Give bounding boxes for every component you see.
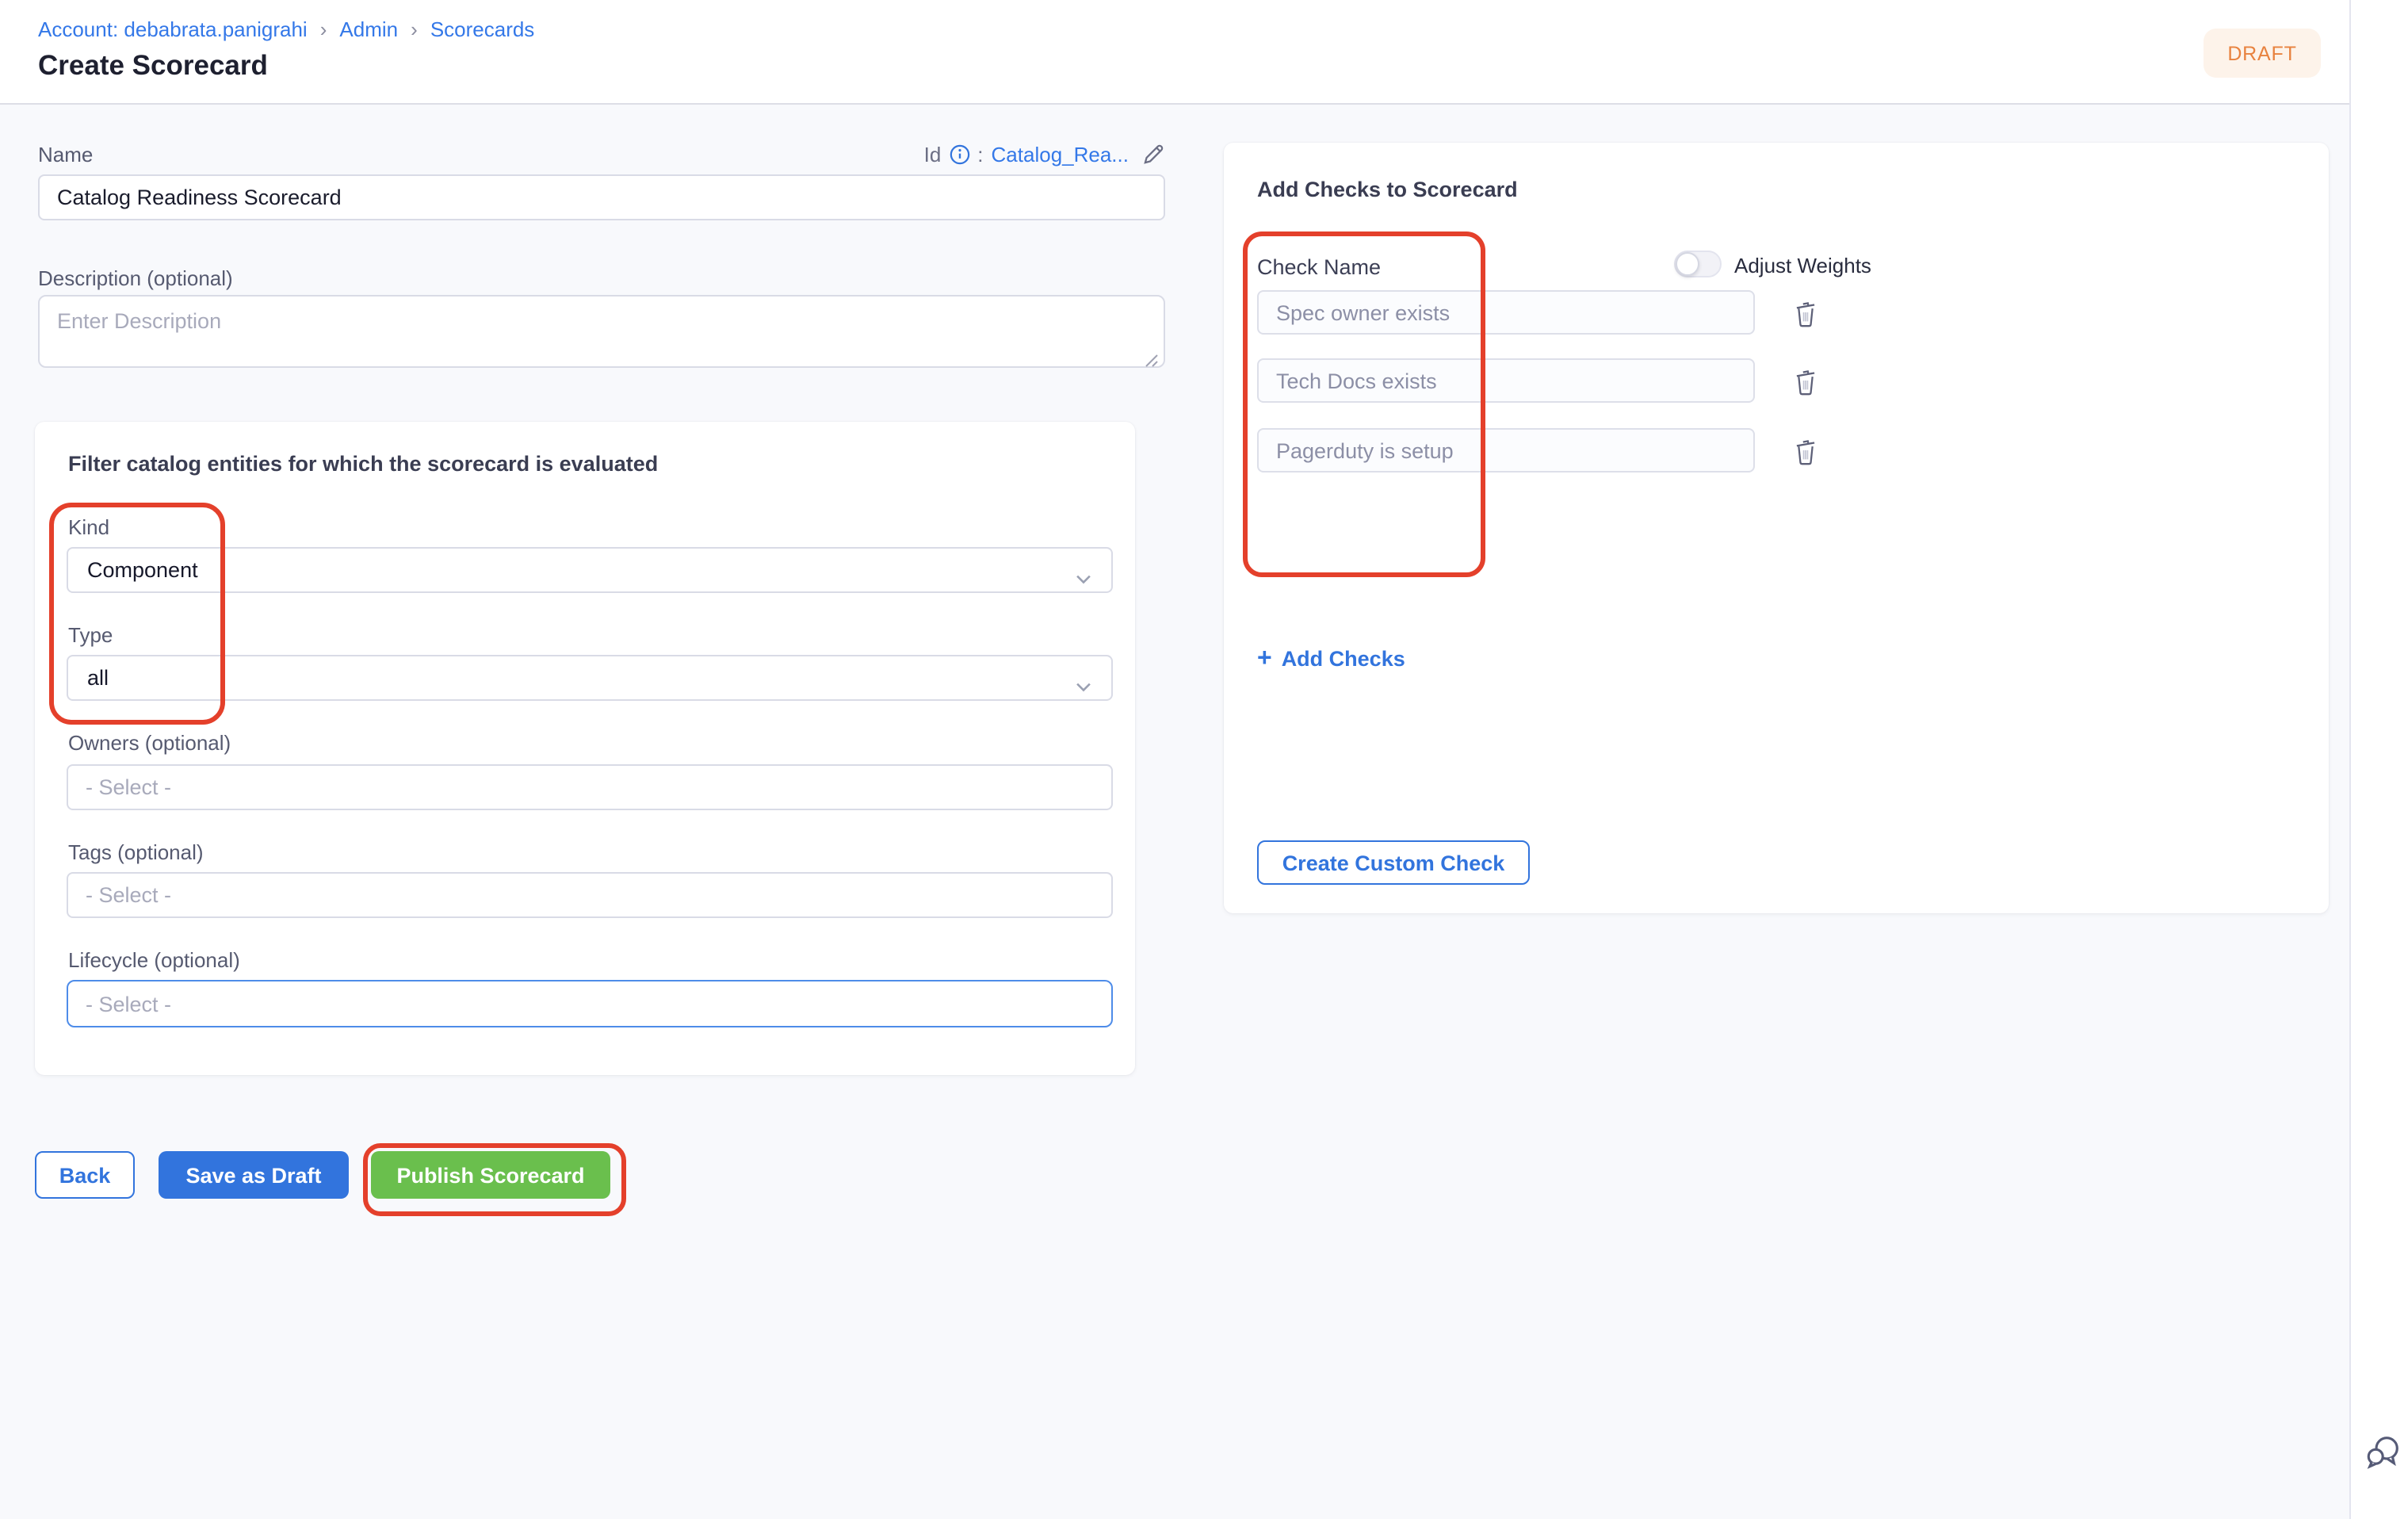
tags-select-input[interactable] — [67, 872, 1113, 918]
scorecard-id-link[interactable]: Catalog_Rea... — [992, 143, 1129, 166]
chevron-down-icon — [1075, 566, 1092, 590]
info-icon[interactable] — [949, 144, 969, 165]
publish-scorecard-button[interactable]: Publish Scorecard — [371, 1151, 610, 1199]
trash-icon — [1793, 365, 1818, 396]
filter-section-title: Filter catalog entities for which the sc… — [68, 452, 658, 476]
scorecard-id-row: Id : Catalog_Rea... — [924, 143, 1165, 166]
check-name-input[interactable] — [1257, 358, 1755, 403]
description-label: Description (optional) — [38, 266, 233, 290]
lifecycle-select-input[interactable] — [67, 980, 1113, 1027]
kind-select-value: Component — [87, 558, 198, 582]
lifecycle-label: Lifecycle (optional) — [68, 948, 240, 972]
chat-bubbles-icon[interactable] — [2364, 1432, 2403, 1479]
plus-icon: + — [1257, 649, 1272, 669]
kind-select[interactable]: Component — [67, 547, 1113, 593]
page-title: Create Scorecard — [38, 49, 268, 82]
trash-icon — [1793, 435, 1818, 465]
check-name-input[interactable] — [1257, 428, 1755, 473]
id-label: Id — [924, 143, 942, 166]
back-button[interactable]: Back — [35, 1151, 135, 1199]
type-select[interactable]: all — [67, 655, 1113, 701]
owners-select-input[interactable] — [67, 764, 1113, 810]
breadcrumb-separator: › — [411, 17, 418, 41]
add-checks-button[interactable]: + Add Checks — [1257, 647, 1405, 671]
breadcrumb-scorecards-link[interactable]: Scorecards — [430, 17, 535, 41]
adjust-weights-toggle[interactable] — [1674, 251, 1722, 277]
description-input[interactable] — [38, 295, 1165, 368]
type-select-value: all — [87, 666, 109, 690]
trash-icon — [1793, 297, 1818, 327]
page-header: Account: debabrata.panigrahi › Admin › S… — [0, 0, 2351, 105]
breadcrumb: Account: debabrata.panigrahi › Admin › S… — [38, 17, 534, 41]
breadcrumb-admin-link[interactable]: Admin — [339, 17, 398, 41]
filter-card: Filter catalog entities for which the sc… — [35, 422, 1135, 1075]
breadcrumb-separator: › — [320, 17, 327, 41]
breadcrumb-account-link[interactable]: Account: debabrata.panigrahi — [38, 17, 308, 41]
delete-check-button[interactable] — [1787, 428, 1825, 473]
add-checks-card: Add Checks to Scorecard Check Name Adjus… — [1224, 143, 2329, 913]
kind-label: Kind — [68, 515, 109, 539]
right-rail — [2349, 0, 2408, 1519]
delete-check-button[interactable] — [1787, 358, 1825, 403]
pencil-icon[interactable] — [1141, 143, 1165, 166]
id-colon: : — [977, 143, 983, 166]
chevron-down-icon — [1075, 674, 1092, 698]
save-as-draft-button[interactable]: Save as Draft — [159, 1151, 349, 1199]
toggle-knob — [1676, 252, 1699, 276]
name-label: Name — [38, 143, 93, 166]
adjust-weights-label: Adjust Weights — [1734, 254, 1871, 277]
check-name-column-header: Check Name — [1257, 255, 1381, 279]
create-custom-check-button[interactable]: Create Custom Check — [1257, 840, 1530, 885]
name-input[interactable] — [38, 174, 1165, 220]
create-scorecard-page: Account: debabrata.panigrahi › Admin › S… — [0, 0, 2408, 1519]
owners-label: Owners (optional) — [68, 731, 231, 755]
add-checks-label: Add Checks — [1282, 647, 1405, 671]
delete-check-button[interactable] — [1787, 290, 1825, 335]
add-checks-title: Add Checks to Scorecard — [1257, 178, 1518, 201]
tags-label: Tags (optional) — [68, 840, 204, 864]
status-badge: DRAFT — [2204, 29, 2321, 78]
check-name-input[interactable] — [1257, 290, 1755, 335]
type-label: Type — [68, 623, 113, 647]
